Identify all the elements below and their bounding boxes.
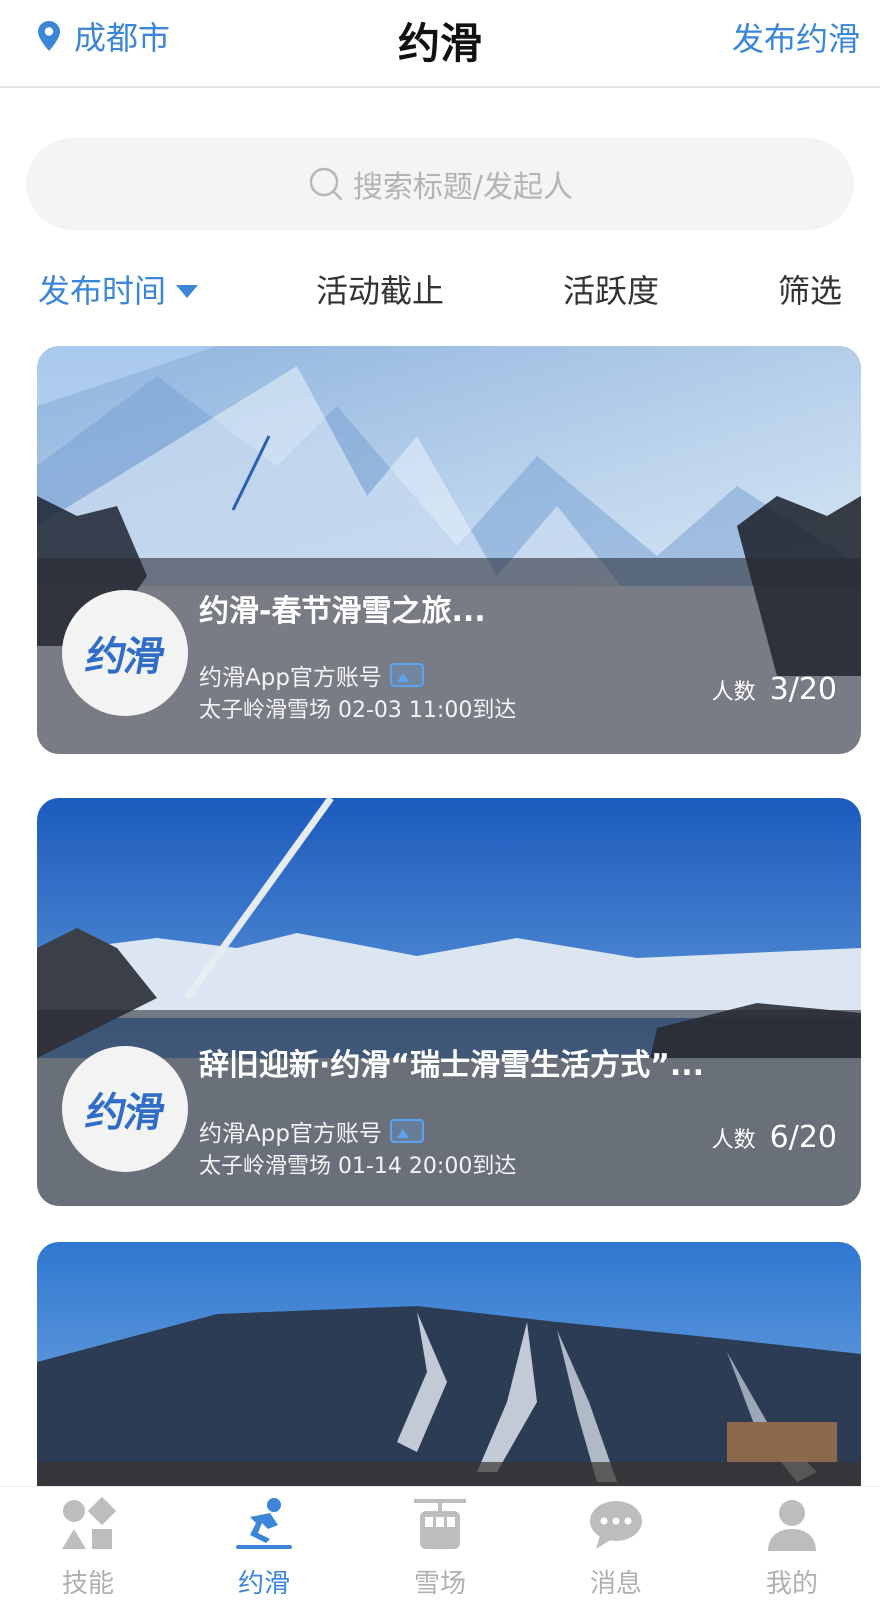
count-label: 人数 [711, 1128, 756, 1153]
tab-ski-resorts[interactable]: 雪场 [352, 1487, 528, 1600]
card-author: 约滑App官方账号 [199, 658, 424, 692]
tab-yuehua[interactable]: 约滑 [176, 1487, 352, 1600]
top-bar: 成都市 约滑 发布约滑 [0, 0, 880, 88]
filter-button[interactable]: 筛选 [778, 264, 842, 314]
author-name: 约滑App官方账号 [199, 665, 382, 691]
verified-badge-icon [389, 1119, 424, 1143]
count-value: 6/20 [769, 1120, 837, 1155]
tab-profile[interactable]: 我的 [704, 1487, 880, 1600]
card-author: 约滑App官方账号 [199, 1114, 424, 1148]
search-bar[interactable]: 搜索标题/发起人 [26, 138, 854, 230]
publish-button[interactable]: 发布约滑 [732, 14, 860, 60]
verified-badge-icon [389, 663, 424, 687]
organizer-avatar: 约滑 [62, 1046, 188, 1172]
avatar-logo-text: 约滑 [82, 1090, 167, 1136]
tab-label: 约滑 [237, 1569, 290, 1599]
tab-messages[interactable]: 消息 [528, 1487, 704, 1600]
participant-count: 人数 3/20 [712, 672, 837, 707]
tab-skills[interactable]: 技能 [0, 1487, 176, 1600]
search-placeholder: 搜索标题/发起人 [352, 170, 574, 205]
card-meta: 太子岭滑雪场 02-03 11:00到达 [199, 698, 517, 723]
organizer-avatar: 约滑 [62, 590, 188, 716]
author-name: 约滑App官方账号 [199, 1121, 382, 1147]
tab-label: 技能 [61, 1569, 114, 1599]
count-value: 3/20 [769, 672, 837, 707]
card-title: 辞旧迎新·约滑“瑞士滑雪生活方式”... [199, 1048, 705, 1083]
avatar-logo-text: 约滑 [82, 634, 167, 680]
sort-publish-time[interactable]: 发布时间 [38, 264, 199, 314]
profile-icon [768, 1500, 816, 1551]
caret-down-icon [176, 284, 199, 298]
tab-label: 消息 [589, 1569, 642, 1599]
sort-activity-level[interactable]: 活跃度 [563, 264, 659, 314]
sort-label: 活动截止 [316, 272, 445, 310]
bottom-tab-bar: 技能 约滑 雪场 消息 我的 [0, 1486, 880, 1600]
count-label: 人数 [711, 680, 756, 705]
event-card[interactable]: 约滑 约滑-春节滑雪之旅... 约滑App官方账号 太子岭滑雪场 02-03 1… [37, 346, 861, 754]
chat-bubble-icon [590, 1501, 642, 1549]
tab-label: 雪场 [413, 1569, 466, 1599]
tab-label: 我的 [765, 1569, 818, 1599]
participant-count: 人数 6/20 [712, 1120, 837, 1155]
skier-icon [236, 1498, 292, 1549]
skills-icon [62, 1496, 117, 1549]
event-card[interactable]: 约滑 辞旧迎新·约滑“瑞士滑雪生活方式”... 约滑App官方账号 太子岭滑雪场… [37, 798, 861, 1206]
sort-label: 筛选 [778, 272, 843, 310]
cable-car-icon [414, 1499, 466, 1549]
sort-label: 活跃度 [563, 272, 660, 310]
card-title: 约滑-春节滑雪之旅... [199, 594, 486, 629]
sort-label: 发布时间 [38, 272, 167, 310]
search-icon [309, 167, 343, 201]
sort-activity-deadline[interactable]: 活动截止 [316, 264, 444, 314]
card-meta: 太子岭滑雪场 01-14 20:00到达 [199, 1154, 517, 1179]
